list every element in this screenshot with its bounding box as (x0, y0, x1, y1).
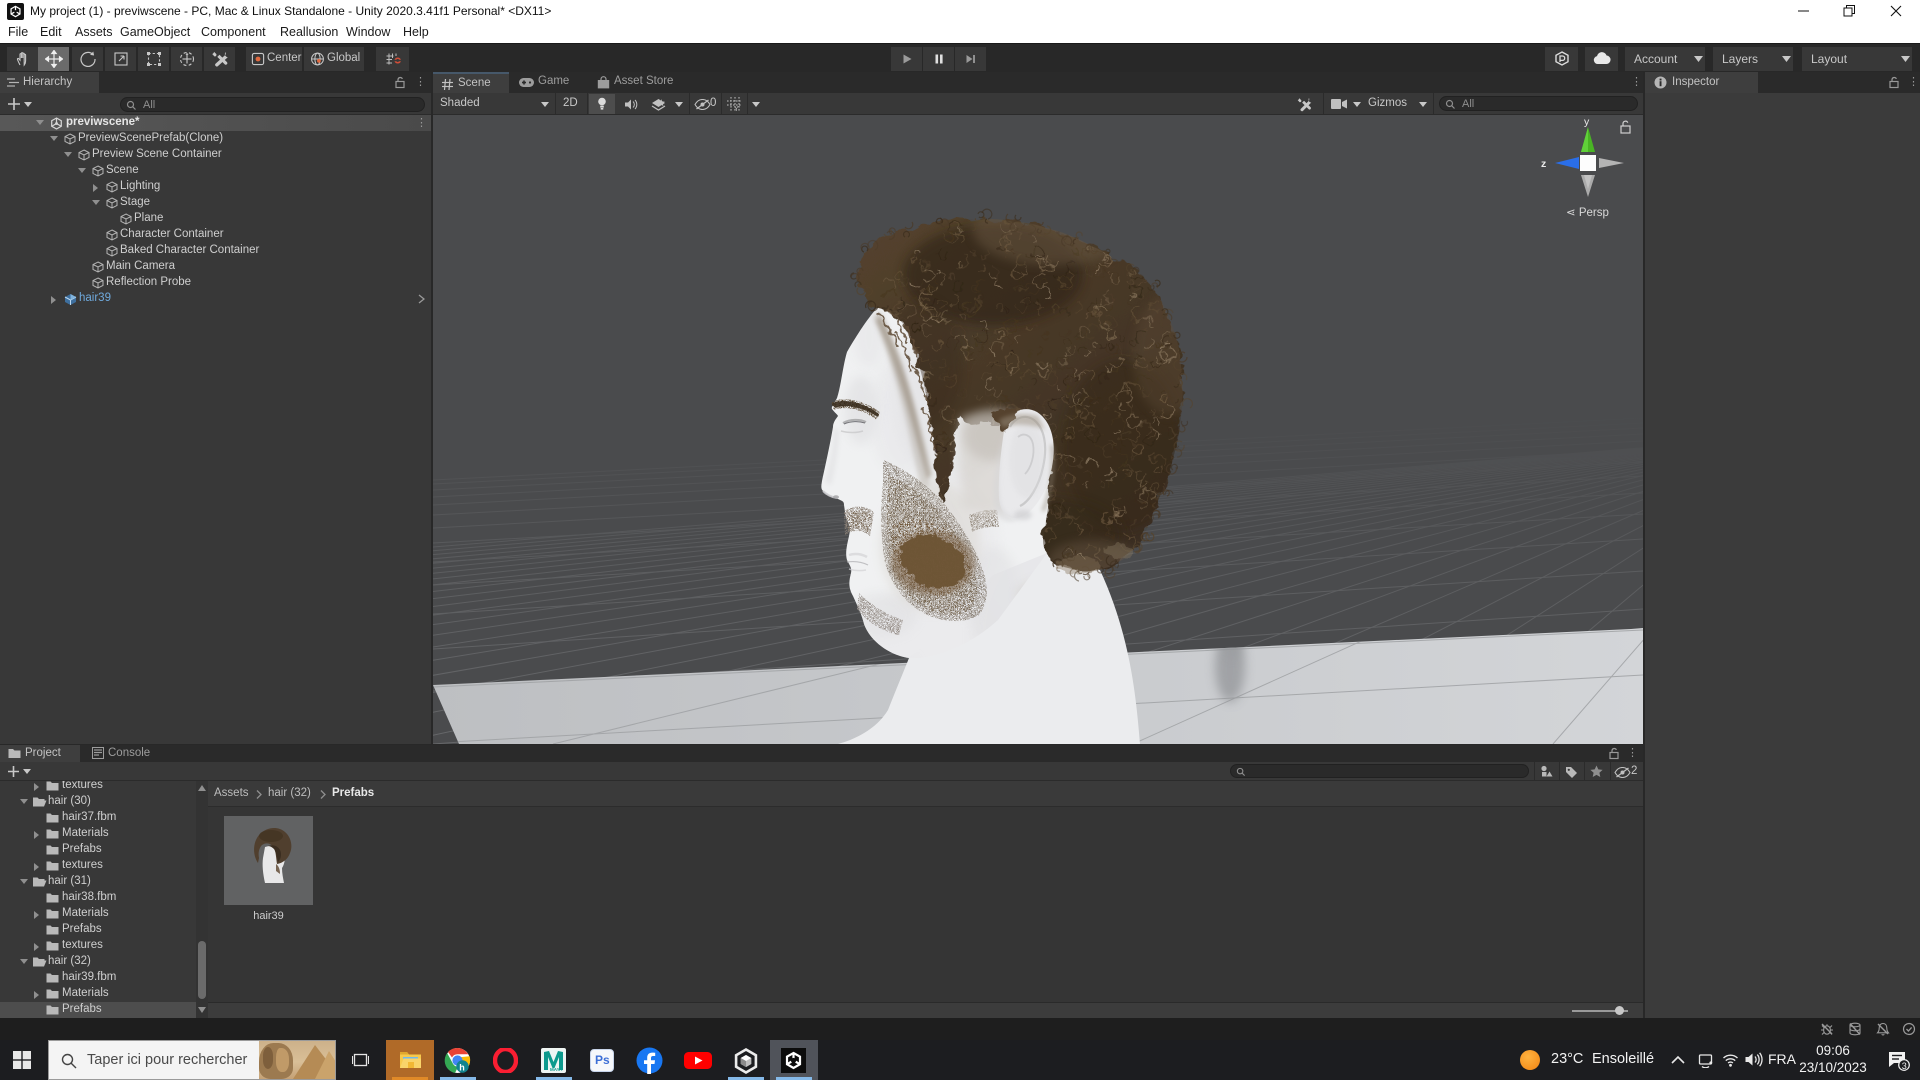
svg-text:3: 3 (1902, 1061, 1907, 1071)
svg-text:⋖ Persp: ⋖ Persp (1566, 207, 1609, 219)
svg-text:MAYA: MAYA (550, 1067, 563, 1072)
svg-text:h: h (459, 1063, 465, 1073)
svg-text:y: y (1584, 116, 1590, 128)
svg-text:z: z (1541, 158, 1546, 170)
svg-text:Y: Y (734, 106, 739, 112)
